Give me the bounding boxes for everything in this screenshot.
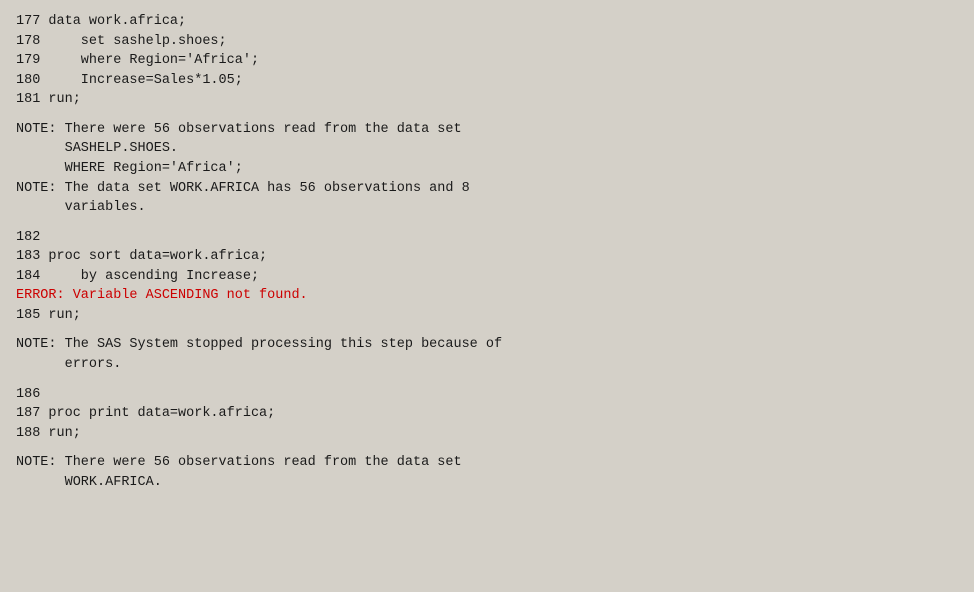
log-line: NOTE: There were 56 observations read fr…	[16, 453, 958, 473]
log-line: NOTE: There were 56 observations read fr…	[16, 120, 958, 140]
log-spacer	[16, 443, 958, 453]
log-line: 179 where Region='Africa';	[16, 51, 958, 71]
log-spacer	[16, 325, 958, 335]
log-line: 182	[16, 228, 958, 248]
log-line: ERROR: Variable ASCENDING not found.	[16, 286, 958, 306]
log-line: 178 set sashelp.shoes;	[16, 32, 958, 52]
log-line: 180 Increase=Sales*1.05;	[16, 71, 958, 91]
log-line: 181 run;	[16, 90, 958, 110]
log-line: variables.	[16, 198, 958, 218]
log-line: SASHELP.SHOES.	[16, 139, 958, 159]
log-line: errors.	[16, 355, 958, 375]
log-line: WORK.AFRICA.	[16, 473, 958, 493]
log-spacer	[16, 375, 958, 385]
log-line: 187 proc print data=work.africa;	[16, 404, 958, 424]
log-line: 183 proc sort data=work.africa;	[16, 247, 958, 267]
log-line: 185 run;	[16, 306, 958, 326]
log-spacer	[16, 218, 958, 228]
log-line: 177 data work.africa;	[16, 12, 958, 32]
log-spacer	[16, 110, 958, 120]
log-line: 188 run;	[16, 424, 958, 444]
log-line: WHERE Region='Africa';	[16, 159, 958, 179]
log-line: 186	[16, 385, 958, 405]
log-line: 184 by ascending Increase;	[16, 267, 958, 287]
log-line: NOTE: The data set WORK.AFRICA has 56 ob…	[16, 179, 958, 199]
log-container: 177 data work.africa;178 set sashelp.sho…	[0, 0, 974, 592]
log-line: NOTE: The SAS System stopped processing …	[16, 335, 958, 355]
